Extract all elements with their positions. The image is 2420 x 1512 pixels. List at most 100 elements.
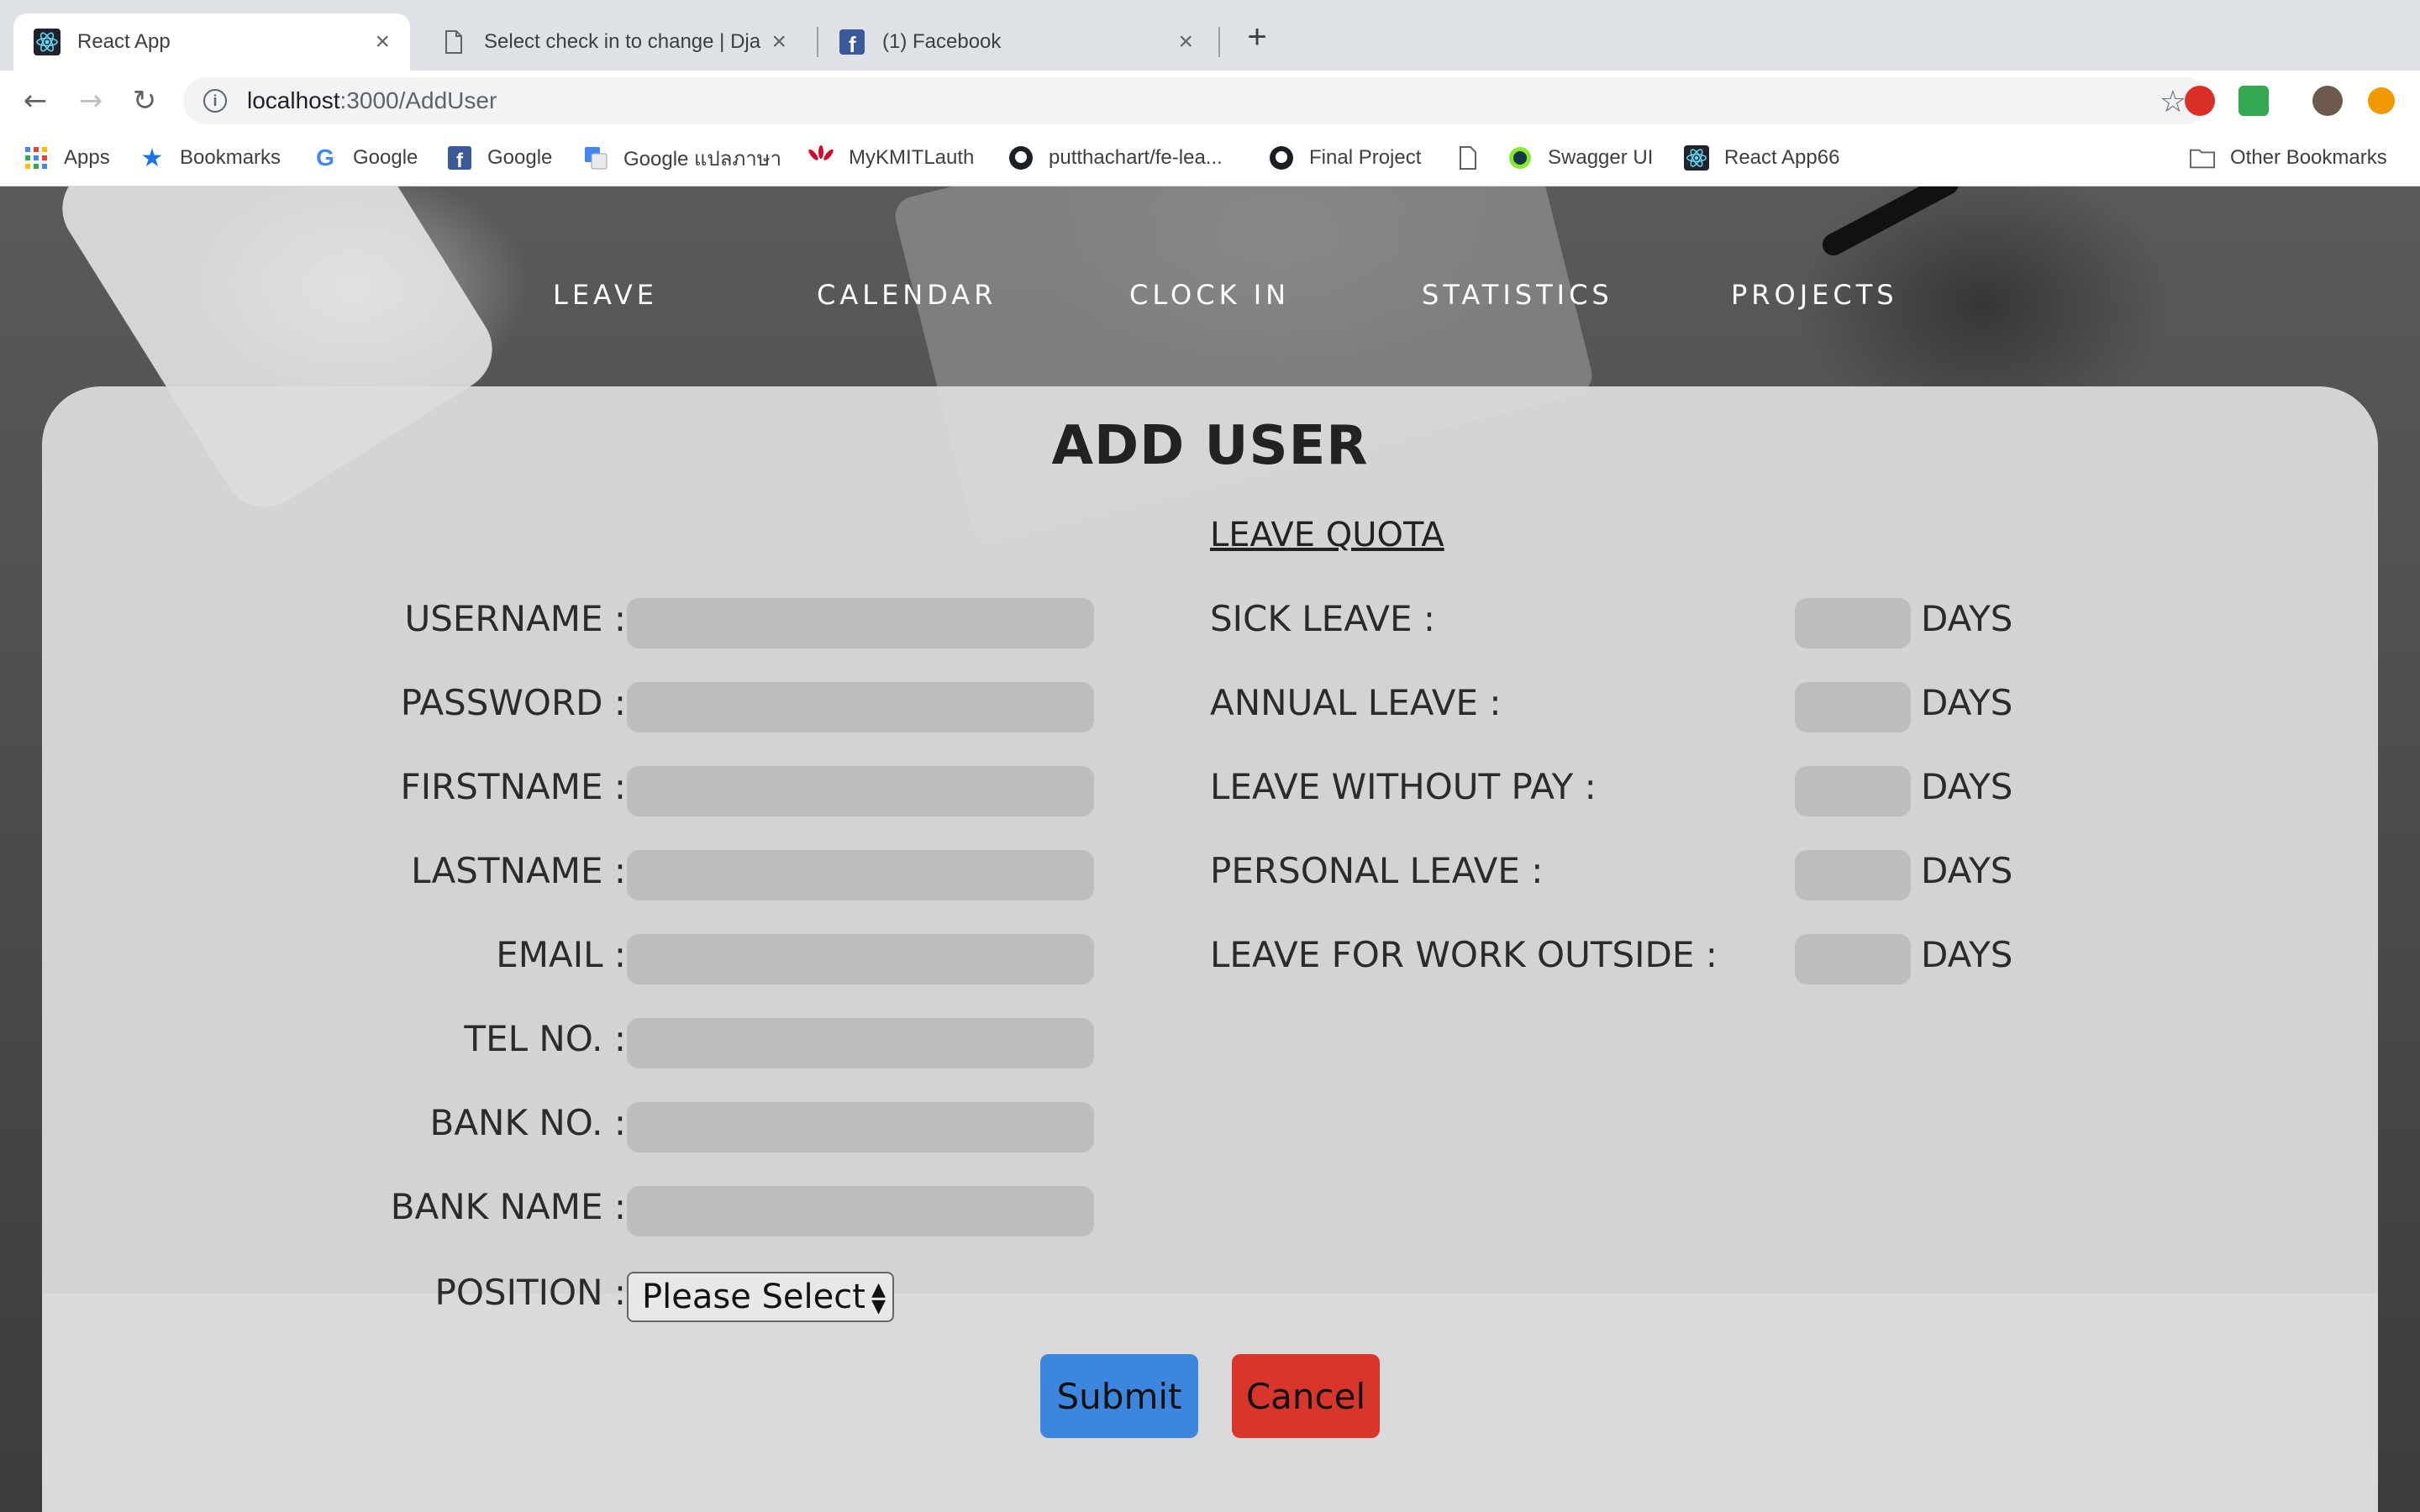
email-label: EMAIL : — [496, 934, 626, 975]
tel-no-input[interactable] — [627, 1018, 1094, 1068]
leave-without-pay-label: LEAVE WITHOUT PAY : — [1210, 766, 1597, 807]
bank-no-label: BANK NO. : — [429, 1102, 626, 1143]
close-icon[interactable]: × — [1178, 28, 1193, 56]
info-icon[interactable]: i — [203, 89, 227, 113]
swagger-icon — [1507, 145, 1533, 171]
google-icon: G — [316, 144, 334, 171]
bookmark-star-icon[interactable]: ☆ — [2160, 84, 2186, 119]
bookmark-google-translate[interactable]: Google แปลภาษา — [583, 141, 781, 175]
bookmark-label: Google — [487, 146, 553, 169]
bookmark-label: putthachart/fe-lea... — [1049, 146, 1223, 169]
bookmark-label: React App66 — [1724, 146, 1840, 169]
bookmark-react-app66[interactable]: React App66 — [1684, 141, 1839, 175]
position-select[interactable]: Please Select ▲ ▼ — [627, 1272, 894, 1322]
facebook-icon: f — [839, 29, 865, 55]
react-icon — [34, 29, 60, 55]
tab-separator — [1218, 27, 1220, 57]
bookmark-label: MyKMITLauth — [849, 146, 975, 169]
bookmark-apps[interactable]: Apps — [24, 141, 110, 175]
folder-icon — [2190, 145, 2215, 171]
nav-leave[interactable]: LEAVE — [553, 279, 658, 311]
star-icon: ★ — [140, 144, 164, 172]
bookmark-untitled[interactable] — [1455, 141, 1496, 175]
reload-button[interactable]: ↻ — [126, 82, 163, 119]
personal-leave-input[interactable] — [1795, 850, 1911, 900]
personal-leave-label: PERSONAL LEAVE : — [1210, 850, 1544, 891]
bookmark-mykmitlauth[interactable]: MyKMITLauth — [808, 141, 974, 175]
nav-calendar[interactable]: CALENDAR — [817, 279, 997, 311]
username-input[interactable] — [627, 598, 1094, 648]
bookmark-other-bookmarks[interactable]: Other Bookmarks — [2190, 141, 2387, 175]
bookmark-swagger-ui[interactable]: Swagger UI — [1507, 141, 1653, 175]
select-arrows-icon: ▲ ▼ — [871, 1279, 886, 1317]
days-label: DAYS — [1921, 766, 2013, 807]
close-icon[interactable]: × — [771, 28, 786, 56]
leave-without-pay-input[interactable] — [1795, 766, 1911, 816]
address-bar[interactable]: i localhost:3000/AddUser ☆ — [183, 77, 2208, 124]
annual-leave-input[interactable] — [1795, 682, 1911, 732]
back-button[interactable]: ← — [17, 82, 54, 119]
browser-toolbar: ← → ↻ i localhost:3000/AddUser ☆ — [0, 71, 2420, 131]
react-icon — [1684, 145, 1709, 171]
bookmark-label: Bookmarks — [180, 146, 281, 169]
document-icon — [440, 29, 467, 55]
nav-clock-in[interactable]: CLOCK IN — [1129, 279, 1290, 311]
bookmark-label: Google แปลภาษา — [623, 147, 782, 171]
profile-avatar[interactable] — [2312, 86, 2343, 116]
bookmark-label: Google — [353, 146, 418, 169]
tel-no-label: TEL NO. : — [464, 1018, 626, 1059]
github-icon — [1008, 145, 1034, 171]
browser-tab-bar: React App × Select check in to change | … — [0, 0, 2420, 71]
bookmark-label: Other Bookmarks — [2230, 146, 2387, 169]
tab-title: (1) Facebook — [882, 30, 1002, 53]
close-icon[interactable]: × — [375, 28, 390, 56]
document-icon — [1455, 145, 1481, 171]
page-background: LEAVE CALENDAR CLOCK IN STATISTICS PROJE… — [0, 186, 2420, 1512]
github-icon — [1269, 145, 1294, 171]
cancel-button[interactable]: Cancel — [1232, 1354, 1380, 1438]
bookmark-bookmarks[interactable]: ★ Bookmarks — [139, 141, 281, 175]
submit-button[interactable]: Submit — [1040, 1354, 1198, 1438]
bank-name-input[interactable] — [627, 1186, 1094, 1236]
days-label: DAYS — [1921, 598, 2013, 639]
bookmark-google[interactable]: G Google — [313, 141, 418, 175]
update-icon[interactable] — [2368, 87, 2395, 114]
nav-statistics[interactable]: STATISTICS — [1422, 279, 1613, 311]
bookmark-github-fe-leave[interactable]: putthachart/fe-lea... — [1008, 141, 1223, 175]
username-label: USERNAME : — [404, 598, 626, 639]
position-label: POSITION : — [434, 1272, 626, 1313]
adblock-extension-icon[interactable] — [2185, 86, 2215, 116]
leave-for-work-outside-input[interactable] — [1795, 934, 1911, 984]
tab-title: Select check in to change | Dja — [484, 30, 761, 53]
bank-name-label: BANK NAME : — [390, 1186, 626, 1227]
url-host: localhost — [247, 87, 340, 113]
nav-projects[interactable]: PROJECTS — [1731, 279, 1898, 311]
bank-no-input[interactable] — [627, 1102, 1094, 1152]
panel-lower-overlay — [42, 1294, 2378, 1512]
firstname-input[interactable] — [627, 766, 1094, 816]
tab-title: React App — [77, 30, 171, 53]
leave-quota-heading: LEAVE QUOTA — [1210, 516, 1444, 554]
bookmarks-bar: Apps ★ Bookmarks G Google f Google Googl… — [0, 131, 2420, 186]
bookmark-final-project[interactable]: Final Project — [1269, 141, 1421, 175]
sick-leave-label: SICK LEAVE : — [1210, 598, 1436, 639]
password-input[interactable] — [627, 682, 1094, 732]
tab-facebook[interactable]: f (1) Facebook × — [818, 13, 1213, 71]
main-navigation: LEAVE CALENDAR CLOCK IN STATISTICS PROJE… — [0, 186, 2420, 385]
days-label: DAYS — [1921, 682, 2013, 723]
forward-button[interactable]: → — [72, 82, 109, 119]
tab-react-app[interactable]: React App × — [13, 13, 410, 71]
lastname-input[interactable] — [627, 850, 1094, 900]
sick-leave-input[interactable] — [1795, 598, 1911, 648]
bookmark-label: Apps — [64, 146, 110, 169]
days-label: DAYS — [1921, 934, 2013, 975]
bookmark-label: Swagger UI — [1548, 146, 1654, 169]
email-input[interactable] — [627, 934, 1094, 984]
svg-text:f: f — [456, 150, 464, 170]
new-tab-button[interactable]: + — [1240, 20, 1274, 55]
bookmark-google-facebook[interactable]: f Google — [447, 141, 552, 175]
tab-django-admin[interactable]: Select check in to change | Dja × — [420, 13, 807, 71]
cors-extension-icon[interactable] — [2238, 86, 2269, 116]
firstname-label: FIRSTNAME : — [400, 766, 626, 807]
leave-for-work-outside-label: LEAVE FOR WORK OUTSIDE : — [1210, 934, 1718, 975]
